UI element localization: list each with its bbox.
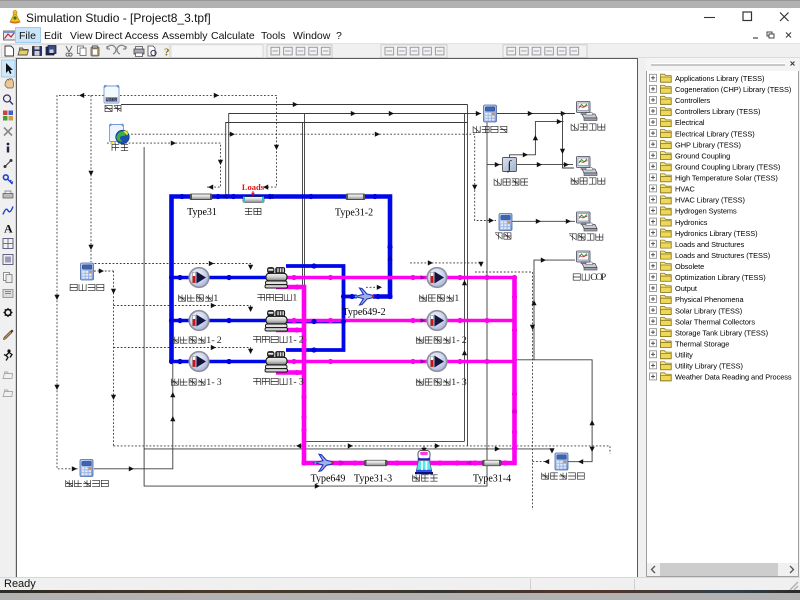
svg-text:Optimization Library (TESS): Optimization Library (TESS) (675, 273, 766, 282)
svg-text:-: - (293, 335, 296, 346)
svg-text:HVAC Library (TESS): HVAC Library (TESS) (675, 196, 745, 205)
svg-text:Type649: Type649 (311, 474, 346, 485)
svg-text:Loads and Structures: Loads and Structures (675, 240, 745, 249)
svg-text:Type31-2: Type31-2 (335, 208, 373, 219)
svg-text:Electrical: Electrical (675, 118, 705, 127)
svg-text:Physical Phenomena: Physical Phenomena (675, 295, 744, 304)
svg-text:-: - (293, 377, 296, 388)
svg-text:1: 1 (454, 293, 459, 304)
svg-text:Controllers Library (TESS): Controllers Library (TESS) (675, 107, 760, 116)
svg-text:Output: Output (675, 284, 697, 293)
svg-text:Hydronics Library (TESS): Hydronics Library (TESS) (675, 229, 758, 238)
svg-text:2: 2 (299, 335, 304, 346)
svg-text:Type649-2: Type649-2 (342, 307, 385, 318)
svg-text:A: A (4, 222, 13, 236)
svg-text:2: 2 (462, 335, 467, 346)
svg-text:3: 3 (217, 377, 222, 388)
svg-text:-: - (456, 377, 459, 388)
svg-text:USER: USER (106, 97, 118, 102)
svg-text:Loads: Loads (242, 182, 265, 192)
svg-text:Thermal Storage: Thermal Storage (675, 339, 729, 348)
svg-text:-: - (211, 335, 214, 346)
svg-text:Utility Library (TESS): Utility Library (TESS) (675, 362, 743, 371)
svg-text:Type31: Type31 (187, 207, 217, 218)
svg-text:∫: ∫ (507, 158, 512, 173)
svg-text:Controllers: Controllers (675, 96, 711, 105)
svg-text:GHP Library (TESS): GHP Library (TESS) (675, 140, 741, 149)
svg-text:1: 1 (213, 293, 218, 304)
svg-text:-: - (211, 377, 214, 388)
svg-text:?: ? (164, 47, 170, 59)
svg-text:Type31-3: Type31-3 (354, 474, 392, 485)
svg-text:2: 2 (217, 335, 222, 346)
svg-text:3: 3 (299, 377, 304, 388)
svg-text:P: P (601, 272, 607, 283)
svg-text:Ground Coupling Library (TESS): Ground Coupling Library (TESS) (675, 162, 780, 171)
svg-text:Cogeneration (CHP) Library (TE: Cogeneration (CHP) Library (TESS) (675, 85, 791, 94)
svg-text:Ground Coupling: Ground Coupling (675, 151, 730, 160)
svg-text:3: 3 (462, 377, 467, 388)
svg-text:Storage Tank Library (TESS): Storage Tank Library (TESS) (675, 328, 768, 337)
svg-text:HVAC: HVAC (675, 185, 695, 194)
svg-text:Hydrogen Systems: Hydrogen Systems (675, 207, 737, 216)
svg-text:-: - (456, 335, 459, 346)
svg-text:Applications Library (TESS): Applications Library (TESS) (675, 74, 764, 83)
svg-text:Loads and Structures (TESS): Loads and Structures (TESS) (675, 251, 770, 260)
svg-text:Hydronics: Hydronics (675, 218, 708, 227)
svg-text:Weather Data Reading and Proce: Weather Data Reading and Process (675, 373, 792, 382)
svg-text:Solar Thermal Collectors: Solar Thermal Collectors (675, 317, 755, 326)
svg-text:Type31-4: Type31-4 (473, 474, 511, 485)
svg-text:Electrical Library (TESS): Electrical Library (TESS) (675, 129, 755, 138)
svg-text:1: 1 (292, 293, 297, 304)
svg-text:Solar Library (TESS): Solar Library (TESS) (675, 306, 742, 315)
svg-text:Utility: Utility (675, 351, 693, 360)
svg-text:Obsolete: Obsolete (675, 262, 704, 271)
svg-text:High Temperature Solar (TESS): High Temperature Solar (TESS) (675, 174, 778, 183)
